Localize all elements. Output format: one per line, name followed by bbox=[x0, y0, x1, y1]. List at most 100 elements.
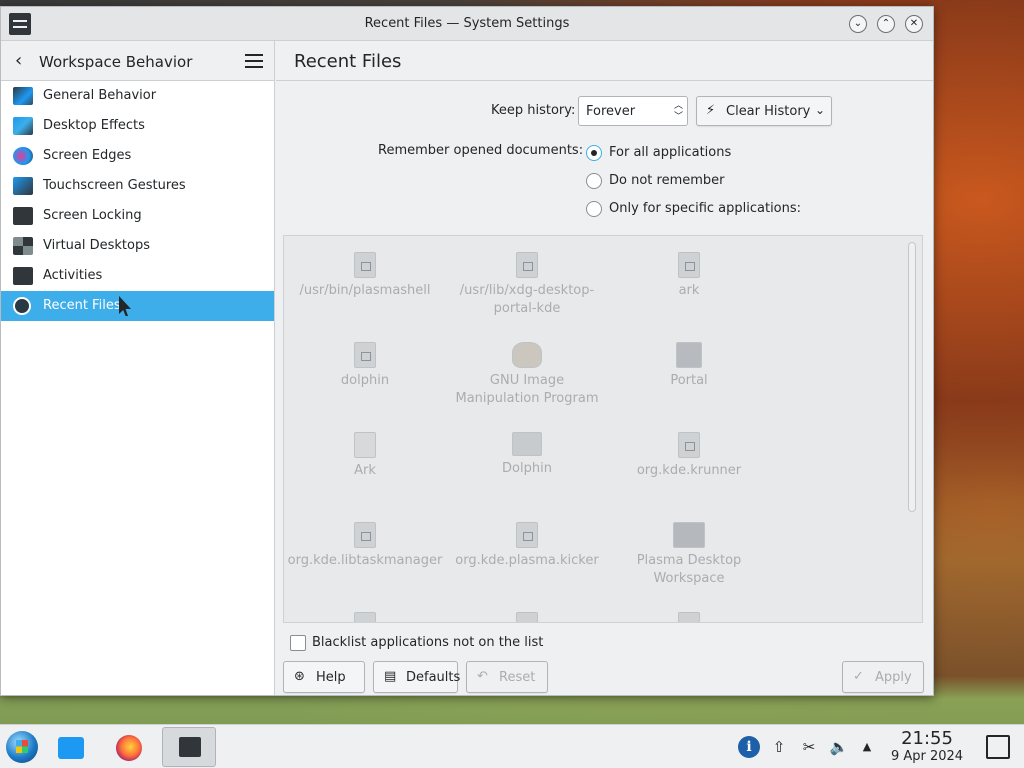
archive-icon bbox=[354, 432, 376, 458]
general-behavior-icon bbox=[13, 87, 33, 105]
system-settings-task-icon[interactable] bbox=[162, 727, 216, 767]
sidebar-item-label: Activities bbox=[43, 268, 103, 283]
reset-button[interactable]: ↶ Reset bbox=[466, 661, 548, 693]
page-title: Recent Files bbox=[294, 51, 402, 72]
app-name: Portal bbox=[670, 373, 708, 388]
sidebar-header: ‹ Workspace Behavior bbox=[1, 41, 274, 81]
app-name: org.kde.libtaskmanager bbox=[287, 553, 443, 568]
file-icon bbox=[516, 612, 538, 622]
remember-documents-label: Remember opened documents: bbox=[378, 143, 584, 158]
app-name: Dolphin bbox=[502, 461, 552, 476]
sidebar-item-recent-files[interactable]: Recent Files bbox=[1, 291, 274, 321]
radio-button[interactable] bbox=[586, 145, 602, 161]
show-desktop-icon[interactable] bbox=[986, 735, 1010, 759]
activities-icon bbox=[13, 267, 33, 285]
maximize-button[interactable]: ⌃ bbox=[877, 15, 895, 33]
help-button[interactable]: ⊛ Help bbox=[283, 661, 365, 693]
sidebar-item-screen-locking[interactable]: Screen Locking bbox=[1, 201, 274, 231]
back-arrow-icon[interactable]: ‹ bbox=[15, 52, 22, 70]
radio-button[interactable] bbox=[586, 173, 602, 189]
touchscreen-gestures-icon bbox=[13, 177, 33, 195]
sidebar-item-screen-edges[interactable]: Screen Edges bbox=[1, 141, 274, 171]
app-tile bbox=[608, 612, 770, 622]
file-icon bbox=[516, 522, 538, 548]
volume-icon[interactable]: 🔈 bbox=[828, 736, 850, 758]
application-launcher-icon[interactable] bbox=[6, 731, 38, 763]
sidebar-item-activities[interactable]: Activities bbox=[1, 261, 274, 291]
file-icon bbox=[678, 432, 700, 458]
clock-date[interactable]: 9 Apr 2024 bbox=[880, 749, 974, 764]
scrollbar[interactable] bbox=[908, 242, 916, 512]
sidebar-item-label: Screen Edges bbox=[43, 148, 132, 163]
radio-label: Do not remember bbox=[609, 173, 725, 188]
minimize-button[interactable]: ⌄ bbox=[849, 15, 867, 33]
radio-label: Only for specific applications: bbox=[609, 201, 802, 216]
blacklist-label: Blacklist applications not on the list bbox=[312, 635, 544, 650]
spin-up-icon[interactable]: ︿ bbox=[674, 101, 683, 111]
keep-history-spinbox[interactable]: Forever ︿ ﹀ bbox=[578, 96, 688, 126]
file-icon bbox=[354, 522, 376, 548]
app-name: org.kde.plasma.kicker bbox=[455, 553, 599, 568]
page-header: Recent Files bbox=[276, 41, 933, 81]
undo-icon: ↶ bbox=[477, 669, 488, 684]
desktop-effects-icon bbox=[13, 117, 33, 135]
help-icon: ⊛ bbox=[294, 669, 305, 684]
spin-down-icon[interactable]: ﹀ bbox=[674, 112, 683, 122]
app-tile: GNU Image Manipulation Program bbox=[446, 342, 608, 408]
file-icon bbox=[678, 612, 700, 622]
sidebar-item-label: Desktop Effects bbox=[43, 118, 145, 133]
screen-edges-icon bbox=[13, 147, 33, 165]
broom-icon: ⚡ bbox=[706, 103, 716, 118]
clock-time[interactable]: 21:55 bbox=[880, 728, 974, 749]
sidebar: ‹ Workspace Behavior General Behavior De… bbox=[1, 41, 275, 695]
file-manager-icon[interactable] bbox=[58, 737, 84, 759]
kde-icon bbox=[676, 342, 702, 368]
file-icon bbox=[354, 342, 376, 368]
app-name: org.kde.krunner bbox=[636, 463, 742, 478]
screen-locking-icon bbox=[13, 207, 33, 225]
folder-icon bbox=[512, 432, 542, 456]
file-icon bbox=[516, 252, 538, 278]
radio-button[interactable] bbox=[586, 201, 602, 217]
virtual-desktops-icon bbox=[13, 237, 33, 255]
sidebar-nav-list: General Behavior Desktop Effects Screen … bbox=[1, 81, 274, 321]
sidebar-item-desktop-effects[interactable]: Desktop Effects bbox=[1, 111, 274, 141]
title-bar[interactable]: Recent Files — System Settings ⌄ ⌃ ✕ bbox=[1, 7, 933, 41]
app-name: Ark bbox=[354, 463, 376, 478]
app-tile: org.kde.krunner bbox=[608, 432, 770, 480]
info-icon[interactable]: i bbox=[738, 736, 760, 758]
app-tile bbox=[284, 612, 446, 622]
close-button[interactable]: ✕ bbox=[905, 15, 923, 33]
sidebar-item-virtual-desktops[interactable]: Virtual Desktops bbox=[1, 231, 274, 261]
sidebar-item-general-behavior[interactable]: General Behavior bbox=[1, 81, 274, 111]
plasma-icon bbox=[673, 522, 705, 548]
checkmark-icon: ✓ bbox=[853, 669, 864, 684]
app-name: /usr/lib/xdg-desktop-portal-kde bbox=[459, 283, 595, 316]
file-icon bbox=[354, 612, 376, 622]
app-tile: dolphin bbox=[284, 342, 446, 390]
applications-grid: /usr/bin/plasmashell /usr/lib/xdg-deskto… bbox=[283, 235, 923, 623]
update-icon[interactable]: ⇧ bbox=[768, 736, 790, 758]
hamburger-menu-icon[interactable] bbox=[245, 54, 263, 68]
blacklist-checkbox[interactable] bbox=[290, 635, 306, 651]
taskbar: i ⇧ ✂ 🔈 ▲ 21:55 9 Apr 2024 bbox=[0, 724, 1024, 768]
app-tile: Ark bbox=[284, 432, 446, 480]
clear-history-button[interactable]: ⚡ Clear History ⌄ bbox=[696, 96, 832, 126]
firefox-icon[interactable] bbox=[116, 735, 142, 761]
chevron-down-icon: ⌄ bbox=[814, 103, 825, 117]
expand-tray-icon[interactable]: ▲ bbox=[856, 736, 878, 758]
app-name: dolphin bbox=[340, 373, 390, 388]
clipboard-icon[interactable]: ✂ bbox=[798, 736, 820, 758]
app-tile: org.kde.libtaskmanager bbox=[284, 522, 446, 570]
sidebar-item-touchscreen-gestures[interactable]: Touchscreen Gestures bbox=[1, 171, 274, 201]
app-tile: /usr/bin/plasmashell bbox=[284, 252, 446, 300]
gimp-icon bbox=[512, 342, 542, 368]
mouse-cursor-icon bbox=[119, 296, 131, 316]
sidebar-item-label: Screen Locking bbox=[43, 208, 142, 223]
app-name: ark bbox=[678, 283, 700, 298]
apply-button[interactable]: ✓ Apply bbox=[842, 661, 924, 693]
defaults-button[interactable]: ▤ Defaults bbox=[373, 661, 460, 693]
app-tile: Plasma Desktop Workspace bbox=[608, 522, 770, 588]
app-tile bbox=[446, 612, 608, 622]
app-tile: Portal bbox=[608, 342, 770, 390]
